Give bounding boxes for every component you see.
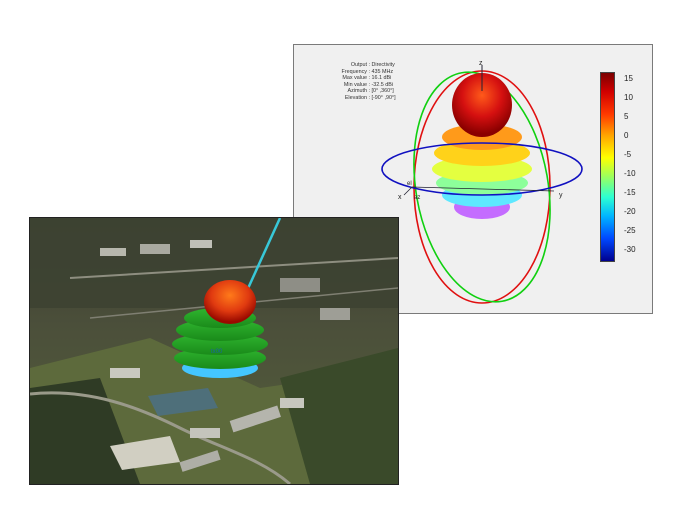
colorbar-tick: -15 — [624, 188, 636, 197]
colorbar-tick: -30 — [624, 245, 636, 254]
x-axis — [403, 186, 413, 196]
map-main-lobe — [204, 280, 256, 324]
map-view-window[interactable]: tx00 — [29, 217, 399, 485]
z-axis-label: z — [479, 60, 483, 67]
colorbar — [600, 72, 615, 262]
colorbar-tick: -5 — [624, 150, 632, 159]
colorbar-tick: -20 — [624, 207, 636, 216]
colorbar-tick: 15 — [624, 74, 633, 83]
colorbar-tick: -25 — [624, 226, 636, 235]
colorbar-tick: 5 — [624, 112, 629, 121]
colorbar-tick: -10 — [624, 169, 636, 178]
colorbar-tick: 0 — [624, 131, 629, 140]
transmitter-label[interactable]: tx00 — [211, 349, 222, 355]
x-axis-label: x — [398, 194, 402, 201]
y-axis-label: y — [559, 192, 563, 199]
elevation-label: el — [407, 181, 412, 187]
azimuth-label: az — [414, 195, 420, 201]
colorbar-tick: 10 — [624, 93, 633, 102]
